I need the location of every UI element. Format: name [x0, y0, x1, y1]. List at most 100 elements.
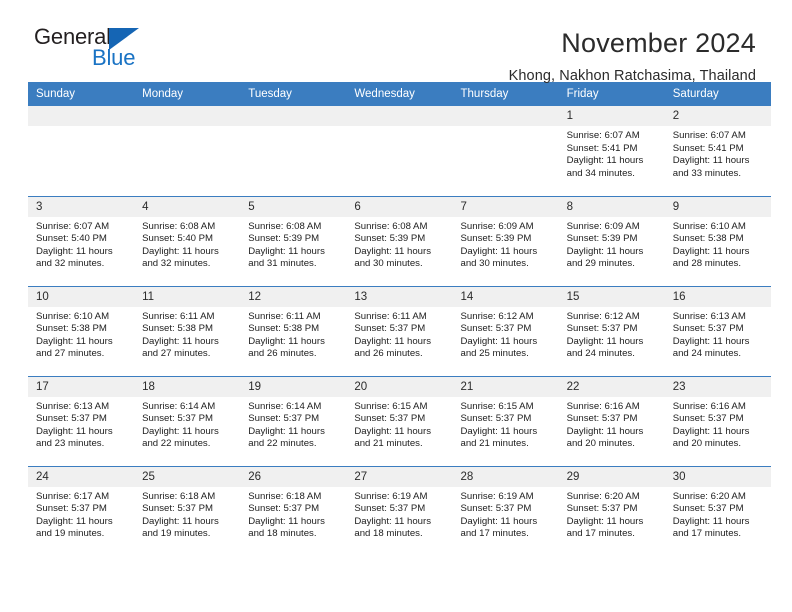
- calendar-day-cell[interactable]: 1 Sunrise: 6:07 AM Sunset: 5:41 PM Daylight…: [558, 106, 665, 196]
- sunrise-time: Sunrise: 6:12 AM: [566, 310, 640, 322]
- calendar-day-cell[interactable]: 25 Sunrise: 6:18 AM Sunset: 5:37 PM Dayligh…: [134, 465, 241, 556]
- calendar-day-cell[interactable]: 10 Sunrise: 6:10 AM Sunset: 5:38 PM Dayligh…: [28, 285, 135, 376]
- calendar-day-cell[interactable]: 26 Sunrise: 6:18 AM Sunset: 5:37 PM Dayligh…: [240, 465, 347, 556]
- day-number: [134, 106, 241, 126]
- sunset-time: Sunset: 5:37 PM: [142, 413, 214, 425]
- sunrise-time: Sunrise: 6:08 AM: [142, 220, 216, 232]
- calendar-week-row: 1 Sunrise: 6:07 AM Sunset: 5:41 PM Daylight…: [28, 106, 771, 196]
- daylight-duration-line2: and 27 minutes.: [142, 348, 211, 360]
- weekday-header-thursday: Thursday: [452, 82, 559, 106]
- sunset-time: Sunset: 5:40 PM: [142, 233, 214, 245]
- calendar-day-cell[interactable]: 2 Sunrise: 6:07 AM Sunset: 5:41 PM Daylight…: [664, 106, 771, 196]
- day-number: 18: [134, 376, 241, 397]
- daylight-duration-line2: and 17 minutes.: [566, 528, 635, 540]
- weekday-header-monday: Monday: [134, 82, 241, 106]
- calendar-day-cell[interactable]: 30 Sunrise: 6:20 AM Sunset: 5:37 PM Dayligh…: [664, 465, 771, 556]
- day-number: 8: [558, 196, 665, 217]
- sunrise-time: Sunrise: 6:12 AM: [460, 310, 534, 322]
- day-number: 13: [346, 286, 453, 307]
- day-number: 26: [240, 466, 347, 487]
- calendar-day-cell[interactable]: 14 Sunrise: 6:12 AM Sunset: 5:37 PM Dayligh…: [452, 285, 559, 376]
- day-number: 21: [452, 376, 559, 397]
- daylight-duration-line2: and 33 minutes.: [672, 167, 742, 179]
- daylight-duration-line1: Daylight: 11 hours: [566, 515, 644, 527]
- sunrise-time: Sunrise: 6:08 AM: [248, 220, 322, 232]
- daylight-duration-line1: Daylight: 11 hours: [248, 425, 325, 437]
- daylight-duration-line2: and 25 minutes.: [460, 348, 529, 360]
- sunrise-time: Sunrise: 6:18 AM: [142, 490, 216, 502]
- day-number: 20: [346, 376, 453, 397]
- day-sun-info: Sunrise: 6:13 AM Sunset: 5:37 PM Daylight:…: [665, 307, 771, 361]
- calendar-day-cell[interactable]: 24 Sunrise: 6:17 AM Sunset: 5:37 PM Dayligh…: [28, 465, 135, 556]
- daylight-duration-line2: and 20 minutes.: [672, 438, 742, 450]
- daylight-duration-line1: Daylight: 11 hours: [672, 425, 750, 437]
- day-sun-info: Sunrise: 6:18 AM Sunset: 5:37 PM Daylight:…: [134, 487, 240, 541]
- day-number: [240, 106, 347, 126]
- daylight-duration-line1: Daylight: 11 hours: [672, 515, 750, 527]
- sunrise-time: Sunrise: 6:13 AM: [36, 400, 110, 412]
- daylight-duration-line2: and 29 minutes.: [566, 258, 635, 270]
- page-header: General Blue November 2024 Khong, Nakhon…: [0, 0, 792, 84]
- calendar-day-cell[interactable]: 20 Sunrise: 6:15 AM Sunset: 5:37 PM Dayligh…: [346, 375, 453, 466]
- day-number: 12: [240, 286, 347, 307]
- day-number: 23: [664, 376, 771, 397]
- daylight-duration-line2: and 26 minutes.: [248, 348, 317, 360]
- day-number: 25: [134, 466, 241, 487]
- sunrise-time: Sunrise: 6:11 AM: [354, 310, 427, 322]
- sunrise-time: Sunrise: 6:20 AM: [672, 490, 746, 502]
- calendar-day-cell[interactable]: 6 Sunrise: 6:08 AM Sunset: 5:39 PM Daylight…: [346, 195, 453, 286]
- calendar-day-cell[interactable]: 12 Sunrise: 6:11 AM Sunset: 5:38 PM Dayligh…: [240, 285, 347, 376]
- day-number: 24: [28, 466, 135, 487]
- calendar-day-cell[interactable]: 18 Sunrise: 6:14 AM Sunset: 5:37 PM Dayligh…: [134, 375, 241, 466]
- day-number: 1: [558, 106, 665, 126]
- day-sun-info: Sunrise: 6:15 AM Sunset: 5:37 PM Daylight:…: [346, 397, 452, 451]
- day-sun-info: Sunrise: 6:12 AM Sunset: 5:37 PM Daylight:…: [453, 307, 559, 361]
- calendar-day-cell[interactable]: 22 Sunrise: 6:16 AM Sunset: 5:37 PM Dayligh…: [558, 375, 665, 466]
- day-number: 6: [346, 196, 453, 217]
- daylight-duration-line1: Daylight: 11 hours: [142, 335, 219, 347]
- day-sun-info: Sunrise: 6:13 AM Sunset: 5:37 PM Daylight:…: [28, 397, 134, 451]
- day-sun-info: Sunrise: 6:19 AM Sunset: 5:37 PM Daylight:…: [453, 487, 559, 541]
- day-sun-info: Sunrise: 6:11 AM Sunset: 5:37 PM Daylight:…: [346, 307, 452, 361]
- calendar-day-cell[interactable]: 16 Sunrise: 6:13 AM Sunset: 5:37 PM Dayligh…: [664, 285, 771, 376]
- daylight-duration-line2: and 24 minutes.: [566, 348, 635, 360]
- daylight-duration-line2: and 31 minutes.: [248, 258, 317, 270]
- calendar-day-cell[interactable]: 15 Sunrise: 6:12 AM Sunset: 5:37 PM Dayligh…: [558, 285, 665, 376]
- day-sun-info: Sunrise: 6:07 AM Sunset: 5:41 PM Daylight:…: [559, 126, 665, 180]
- calendar-day-cell[interactable]: 21 Sunrise: 6:15 AM Sunset: 5:37 PM Dayligh…: [452, 375, 559, 466]
- day-sun-info: Sunrise: 6:17 AM Sunset: 5:37 PM Daylight:…: [28, 487, 134, 541]
- calendar-day-cell[interactable]: 13 Sunrise: 6:11 AM Sunset: 5:37 PM Dayligh…: [346, 285, 453, 376]
- daylight-duration-line1: Daylight: 11 hours: [36, 425, 113, 437]
- daylight-duration-line2: and 28 minutes.: [672, 258, 742, 270]
- calendar-day-cell[interactable]: 29 Sunrise: 6:20 AM Sunset: 5:37 PM Dayligh…: [558, 465, 665, 556]
- calendar-day-cell[interactable]: 17 Sunrise: 6:13 AM Sunset: 5:37 PM Dayligh…: [28, 375, 135, 466]
- calendar-day-cell[interactable]: 4 Sunrise: 6:08 AM Sunset: 5:40 PM Daylight…: [134, 195, 241, 286]
- sunset-time: Sunset: 5:40 PM: [36, 233, 107, 245]
- day-sun-info: Sunrise: 6:19 AM Sunset: 5:37 PM Daylight:…: [346, 487, 452, 541]
- calendar-day-cell[interactable]: 28 Sunrise: 6:19 AM Sunset: 5:37 PM Dayligh…: [452, 465, 559, 556]
- sunrise-time: Sunrise: 6:14 AM: [248, 400, 322, 412]
- general-blue-logo[interactable]: General Blue: [34, 26, 174, 78]
- calendar-day-cell[interactable]: 9 Sunrise: 6:10 AM Sunset: 5:38 PM Daylight…: [664, 195, 771, 286]
- calendar-day-cell[interactable]: 5 Sunrise: 6:08 AM Sunset: 5:39 PM Daylight…: [240, 195, 347, 286]
- daylight-duration-line2: and 30 minutes.: [354, 258, 423, 270]
- sunset-time: Sunset: 5:37 PM: [566, 323, 638, 335]
- sunrise-time: Sunrise: 6:11 AM: [248, 310, 321, 322]
- calendar-day-cell[interactable]: 27 Sunrise: 6:19 AM Sunset: 5:37 PM Dayligh…: [346, 465, 453, 556]
- calendar-day-cell[interactable]: 3 Sunrise: 6:07 AM Sunset: 5:40 PM Daylight…: [28, 195, 135, 286]
- calendar-day-cell[interactable]: 19 Sunrise: 6:14 AM Sunset: 5:37 PM Dayligh…: [240, 375, 347, 466]
- sunrise-time: Sunrise: 6:16 AM: [672, 400, 746, 412]
- calendar-day-cell-empty: [452, 106, 559, 196]
- calendar-day-cell[interactable]: 8 Sunrise: 6:09 AM Sunset: 5:39 PM Daylight…: [558, 195, 665, 286]
- calendar-day-cell[interactable]: 23 Sunrise: 6:16 AM Sunset: 5:37 PM Dayligh…: [664, 375, 771, 466]
- day-sun-info: Sunrise: 6:14 AM Sunset: 5:37 PM Daylight:…: [134, 397, 240, 451]
- sunrise-time: Sunrise: 6:09 AM: [460, 220, 534, 232]
- sunrise-time: Sunrise: 6:11 AM: [142, 310, 215, 322]
- calendar-day-cell[interactable]: 11 Sunrise: 6:11 AM Sunset: 5:38 PM Dayligh…: [134, 285, 241, 376]
- sunrise-time: Sunrise: 6:07 AM: [566, 130, 640, 141]
- sunrise-sunset-calendar: Sunday Monday Tuesday Wednesday Thursday…: [28, 82, 771, 556]
- sunset-time: Sunset: 5:37 PM: [36, 503, 107, 515]
- title-block: November 2024 Khong, Nakhon Ratchasima, …: [509, 26, 756, 84]
- calendar-day-cell[interactable]: 7 Sunrise: 6:09 AM Sunset: 5:39 PM Daylight…: [452, 195, 559, 286]
- sunrise-time: Sunrise: 6:09 AM: [566, 220, 640, 232]
